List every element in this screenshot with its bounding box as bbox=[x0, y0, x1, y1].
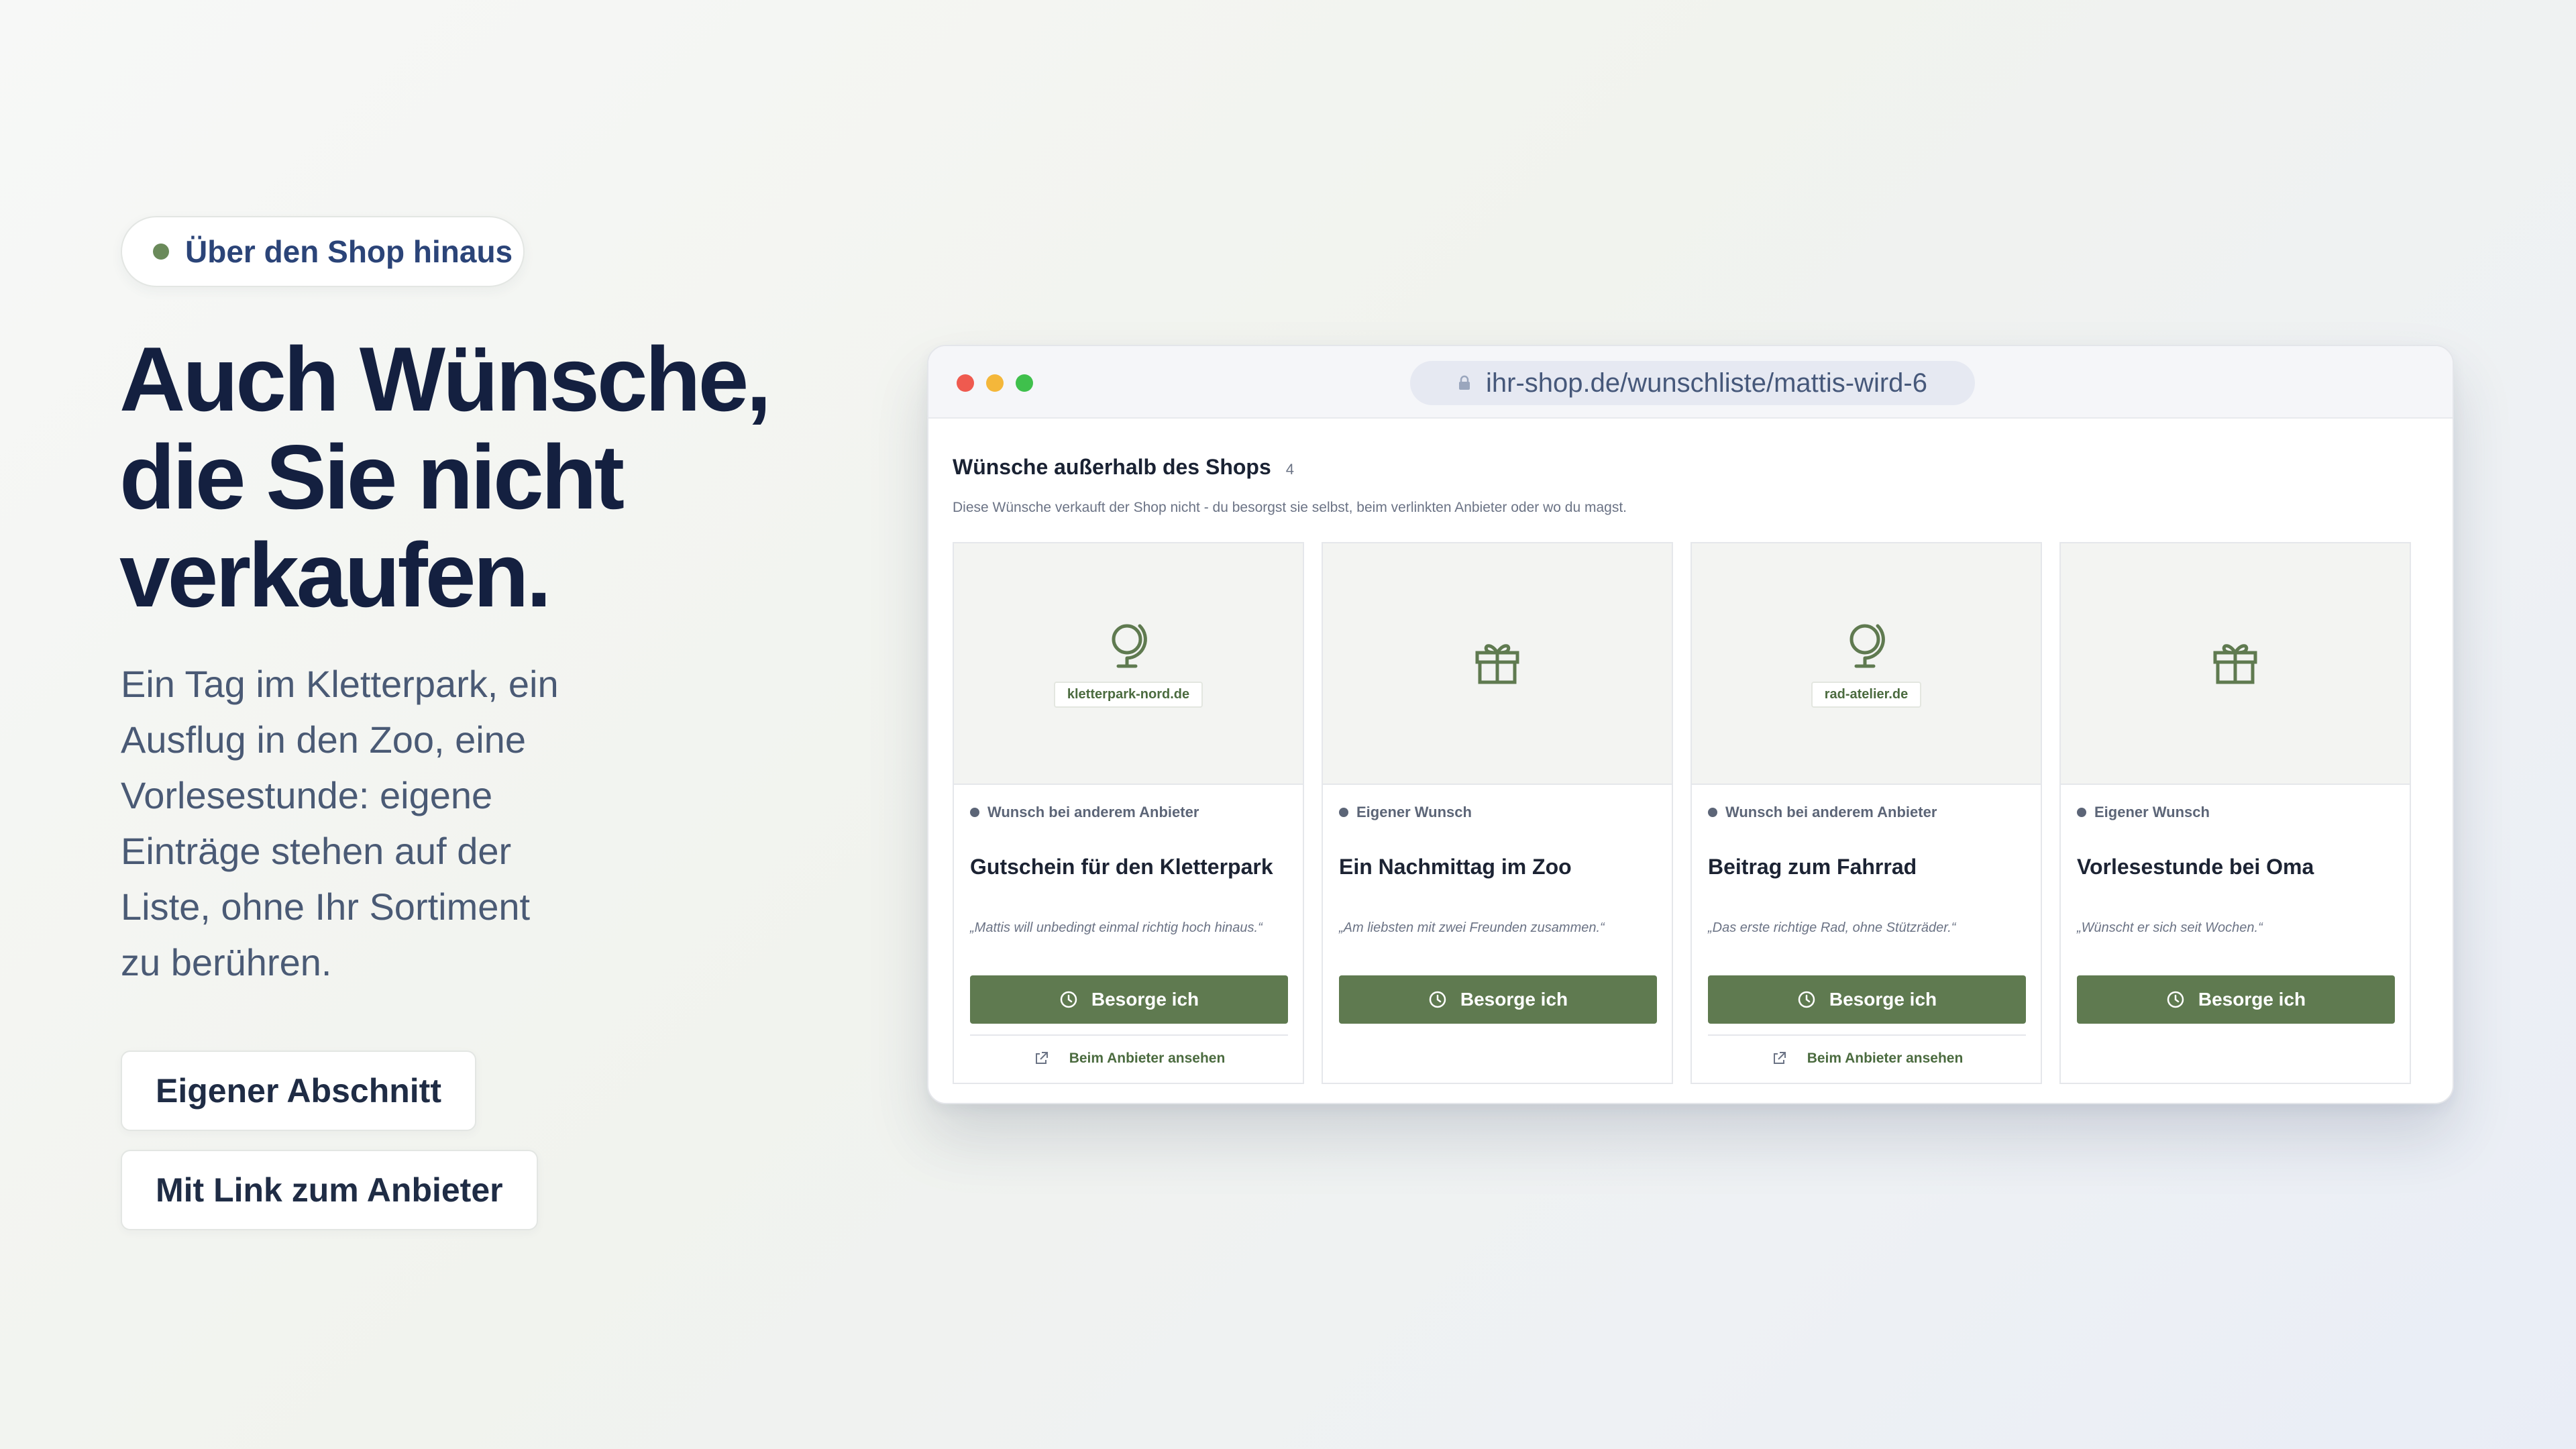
badge-label: Wunsch bei anderem Anbieter bbox=[1725, 804, 1937, 820]
wish-card: Eigener Wunsch Vorlesestunde bei Oma „Wü… bbox=[2059, 542, 2411, 1084]
external-link-icon bbox=[1033, 1051, 1049, 1067]
card-title: Vorlesestunde bei Oma bbox=[2077, 855, 2314, 879]
wish-card: Eigener Wunsch Ein Nachmittag im Zoo „Am… bbox=[1322, 542, 1673, 1084]
card-title: Ein Nachmittag im Zoo bbox=[1339, 855, 1572, 879]
hero-title-line: verkaufen. bbox=[119, 524, 551, 626]
hero-desc-line: Ein Tag im Kletterpark, ein bbox=[121, 663, 559, 705]
tag-own-section: Eigener Abschnitt bbox=[121, 1051, 476, 1131]
badge-dot bbox=[970, 808, 979, 817]
card-badge: Wunsch bei anderem Anbieter bbox=[970, 804, 1199, 821]
close-window-dot[interactable] bbox=[957, 374, 974, 392]
card-quote: „Am liebsten mit zwei Freunden zusammen.… bbox=[1339, 920, 1605, 935]
card-body: Eigener Wunsch Ein Nachmittag im Zoo „Am… bbox=[1323, 785, 1672, 1084]
wish-card: kletterpark-nord.de Wunsch bei anderem A… bbox=[953, 542, 1304, 1084]
provider-link[interactable]: Beim Anbieter ansehen bbox=[970, 1044, 1288, 1073]
provider-domain: kletterpark-nord.de bbox=[1053, 682, 1203, 708]
browser-window: ihr-shop.de/wunschliste/mattis-wird-6 Wü… bbox=[927, 345, 2454, 1104]
hero-desc-line: Liste, ohne Ihr Sortiment bbox=[121, 885, 531, 928]
besorge-ich-button[interactable]: Besorge ich bbox=[2077, 975, 2395, 1024]
card-divider bbox=[1708, 1034, 2026, 1036]
badge-dot bbox=[1708, 808, 1717, 817]
clock-icon bbox=[1428, 990, 1447, 1009]
browser-toolbar: ihr-shop.de/wunschliste/mattis-wird-6 bbox=[928, 346, 2453, 419]
wish-card: rad-atelier.de Wunsch bei anderem Anbiet… bbox=[1690, 542, 2042, 1084]
card-quote: „Das erste richtige Rad, ohne Stützräder… bbox=[1708, 920, 1956, 935]
besorge-ich-button[interactable]: Besorge ich bbox=[1339, 975, 1657, 1024]
card-title: Beitrag zum Fahrrad bbox=[1708, 855, 1917, 879]
cta-label: Besorge ich bbox=[1829, 989, 1937, 1010]
cta-label: Besorge ich bbox=[1091, 989, 1199, 1010]
provider-domain: rad-atelier.de bbox=[1811, 682, 1922, 708]
badge-label: Eigener Wunsch bbox=[1356, 804, 1472, 820]
hero-desc-line: Ausflug in den Zoo, eine bbox=[121, 718, 526, 761]
clock-icon bbox=[2166, 990, 2185, 1009]
besorge-ich-button[interactable]: Besorge ich bbox=[970, 975, 1288, 1024]
card-body: Wunsch bei anderem Anbieter Beitrag zum … bbox=[1692, 785, 2041, 1084]
lock-icon bbox=[1458, 375, 1471, 391]
section-pill: Über den Shop hinaus bbox=[121, 216, 525, 287]
external-link-icon bbox=[1771, 1051, 1787, 1067]
url-text: ihr-shop.de/wunschliste/mattis-wird-6 bbox=[1485, 368, 1927, 398]
page-content: Wünsche außerhalb des Shops 4 Diese Wüns… bbox=[953, 455, 2428, 1084]
hero-desc-line: Einträge stehen auf der bbox=[121, 830, 512, 872]
clock-icon bbox=[1797, 990, 1816, 1009]
wish-cards: kletterpark-nord.de Wunsch bei anderem A… bbox=[953, 542, 2411, 1084]
hero-desc-line: Vorlesestunde: eigene bbox=[121, 774, 493, 816]
tag-provider-link: Mit Link zum Anbieter bbox=[121, 1150, 538, 1230]
card-media: kletterpark-nord.de bbox=[954, 543, 1303, 785]
maximize-window-dot[interactable] bbox=[1016, 374, 1033, 392]
provider-link[interactable]: Beim Anbieter ansehen bbox=[1708, 1044, 2026, 1073]
minimize-window-dot[interactable] bbox=[986, 374, 1004, 392]
card-badge: Wunsch bei anderem Anbieter bbox=[1708, 804, 1937, 821]
address-bar[interactable]: ihr-shop.de/wunschliste/mattis-wird-6 bbox=[1410, 361, 1975, 405]
section-count: 4 bbox=[1285, 461, 1294, 478]
card-badge: Eigener Wunsch bbox=[1339, 804, 1472, 821]
hero-title-line: Auch Wünsche, bbox=[119, 328, 771, 430]
pill-dot bbox=[153, 244, 169, 260]
card-body: Eigener Wunsch Vorlesestunde bei Oma „Wü… bbox=[2061, 785, 2410, 1084]
gift-icon bbox=[1473, 638, 1521, 690]
badge-dot bbox=[1339, 808, 1348, 817]
section-header: Wünsche außerhalb des Shops 4 bbox=[953, 455, 2428, 480]
provider-link-label: Beim Anbieter ansehen bbox=[1069, 1051, 1226, 1066]
globe-icon bbox=[1843, 619, 1890, 674]
hero-desc-line: zu berühren. bbox=[121, 941, 332, 983]
pill-label: Über den Shop hinaus bbox=[185, 234, 513, 269]
hero-title-line: die Sie nicht bbox=[119, 426, 625, 528]
card-title: Gutschein für den Kletterpark bbox=[970, 855, 1273, 879]
card-media: rad-atelier.de bbox=[1692, 543, 2041, 785]
badge-label: Wunsch bei anderem Anbieter bbox=[987, 804, 1199, 820]
gift-icon bbox=[2211, 638, 2259, 690]
cta-label: Besorge ich bbox=[1460, 989, 1568, 1010]
provider-link-label: Beim Anbieter ansehen bbox=[1807, 1051, 1964, 1066]
globe-icon bbox=[1105, 619, 1152, 674]
hero-title: Auch Wünsche, die Sie nicht verkaufen. bbox=[119, 330, 924, 624]
card-divider bbox=[970, 1034, 1288, 1036]
clock-icon bbox=[1059, 990, 1078, 1009]
besorge-ich-button[interactable]: Besorge ich bbox=[1708, 975, 2026, 1024]
card-media bbox=[2061, 543, 2410, 785]
badge-label: Eigener Wunsch bbox=[2094, 804, 2210, 820]
badge-dot bbox=[2077, 808, 2086, 817]
card-quote: „Wünscht er sich seit Wochen.“ bbox=[2077, 920, 2263, 935]
section-subtitle: Diese Wünsche verkauft der Shop nicht - … bbox=[953, 500, 1627, 515]
hero-description: Ein Tag im Kletterpark, ein Ausflug in d… bbox=[121, 656, 631, 990]
card-badge: Eigener Wunsch bbox=[2077, 804, 2210, 821]
section-title: Wünsche außerhalb des Shops bbox=[953, 455, 1271, 479]
card-media bbox=[1323, 543, 1672, 785]
card-quote: „Mattis will unbedingt einmal richtig ho… bbox=[970, 920, 1263, 935]
cta-label: Besorge ich bbox=[2198, 989, 2306, 1010]
card-body: Wunsch bei anderem Anbieter Gutschein fü… bbox=[954, 785, 1303, 1084]
